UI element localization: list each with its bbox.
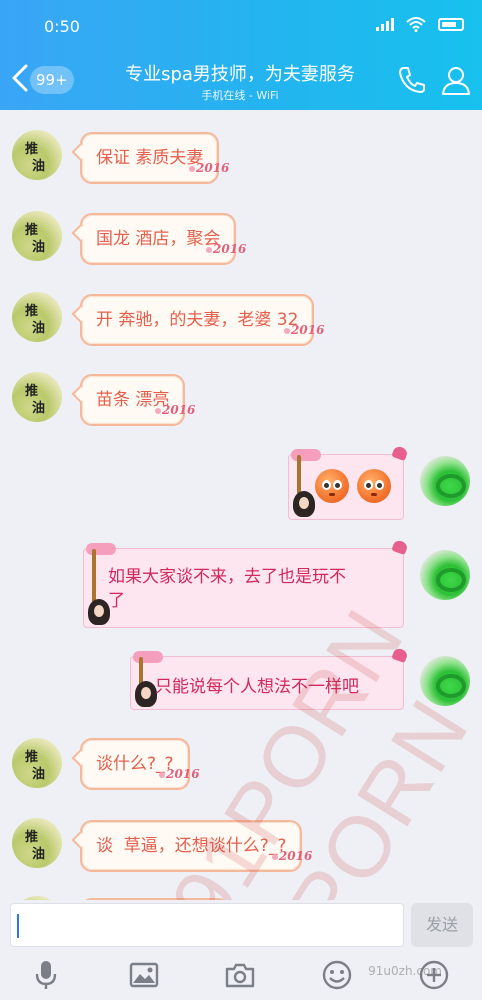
status-icons: [376, 16, 464, 32]
message-text: 保证 素质夫妻: [96, 148, 204, 168]
message-text: 如果大家谈不来，去了也是玩不 了: [108, 567, 346, 611]
bubble-decoration: 2016: [271, 832, 312, 880]
bubble-decoration: 2016: [284, 306, 324, 354]
chat-subtitle: 手机在线 - WiFi: [201, 89, 279, 102]
signal-icon: [376, 17, 394, 31]
send-button[interactable]: 发送: [411, 903, 473, 947]
my-avatar[interactable]: [420, 656, 470, 706]
my-avatar[interactable]: [420, 456, 470, 506]
unread-badge[interactable]: 99+: [30, 66, 74, 94]
contact-avatar[interactable]: 推 油: [12, 130, 62, 180]
message-bubble[interactable]: 谈什么?_? 2016: [71, 738, 200, 790]
bubble-decoration: 2016: [159, 750, 200, 798]
camera-icon[interactable]: [224, 959, 256, 991]
message-bubble[interactable]: 开 奔驰，的夫妻，老婆 32 2016: [71, 294, 324, 346]
avatar-text: 油: [32, 401, 46, 416]
message-text: 开 奔驰，的夫妻，老婆 32: [96, 310, 299, 330]
rolling-eyes-emoji: [357, 469, 391, 503]
avatar-text: 油: [32, 767, 46, 782]
avatar-text: 油: [32, 321, 46, 336]
message-bubble[interactable]: 保证 素质夫妻 2016: [71, 132, 229, 184]
avatar-text: 油: [32, 240, 46, 255]
bubble-decoration: 2016: [189, 144, 229, 192]
message-text: 只能说每个人想法不一样吧: [155, 677, 359, 697]
butterfly-decoration: [391, 444, 409, 462]
emoji-group: [315, 469, 399, 508]
title-bar: 0:50 99+ 专业spa男技师，为夫妻服务 手机在线 - WiFi: [0, 0, 482, 110]
input-bar: 发送: [0, 900, 482, 950]
text-caret: [17, 914, 19, 938]
rolling-eyes-emoji: [315, 469, 349, 503]
contact-avatar[interactable]: 推 油: [12, 211, 62, 261]
avatar-text: 油: [32, 159, 46, 174]
contact-avatar[interactable]: 推 油: [12, 818, 62, 868]
message-bubble[interactable]: [288, 444, 409, 520]
bubble-girl-decoration: [293, 491, 315, 517]
watermark-site: 91u0zh.com: [368, 964, 442, 978]
message-text: 国龙 酒店，聚会: [96, 229, 221, 249]
status-time: 0:50: [44, 17, 80, 36]
bubble-girl-decoration: [135, 681, 157, 707]
microphone-icon[interactable]: [30, 959, 62, 991]
contact-avatar[interactable]: 推 油: [12, 292, 62, 342]
image-icon[interactable]: [128, 959, 160, 991]
avatar-text: 油: [32, 847, 46, 862]
message-bubble[interactable]: 谈 草逼，还想谈什么?_? 2016: [71, 820, 312, 872]
bubble-decoration: 2016: [206, 225, 246, 273]
bubble-decoration: 2016: [155, 386, 195, 434]
message-bubble[interactable]: 只能说每个人想法不一样吧: [130, 646, 409, 710]
message-text: 谈 草逼，还想谈什么?_?: [96, 836, 287, 856]
message-bubble[interactable]: 如果大家谈不来，去了也是玩不 了: [83, 538, 409, 628]
contact-avatar[interactable]: 推 油: [12, 372, 62, 422]
message-input[interactable]: [10, 903, 404, 947]
message-bubble[interactable]: 苗条 漂亮 2016: [71, 374, 195, 426]
back-icon[interactable]: [8, 62, 32, 94]
my-avatar[interactable]: [420, 550, 470, 600]
message-bubble[interactable]: 国龙 酒店，聚会 2016: [71, 213, 246, 265]
chat-area[interactable]: 推 油 保证 素质夫妻 2016 推 油 国龙 酒店，聚会 2016 推 油 开…: [0, 110, 482, 900]
user-icon[interactable]: [440, 64, 472, 96]
battery-icon: [438, 17, 464, 31]
phone-icon[interactable]: [396, 64, 428, 96]
chat-title: 专业spa男技师，为夫妻服务: [125, 64, 355, 85]
emoji-icon[interactable]: [321, 959, 353, 991]
wifi-icon: [406, 17, 426, 32]
butterfly-decoration: [391, 538, 409, 556]
contact-avatar[interactable]: 推 油: [12, 738, 62, 788]
bubble-girl-decoration: [88, 599, 110, 625]
butterfly-decoration: [391, 646, 409, 664]
